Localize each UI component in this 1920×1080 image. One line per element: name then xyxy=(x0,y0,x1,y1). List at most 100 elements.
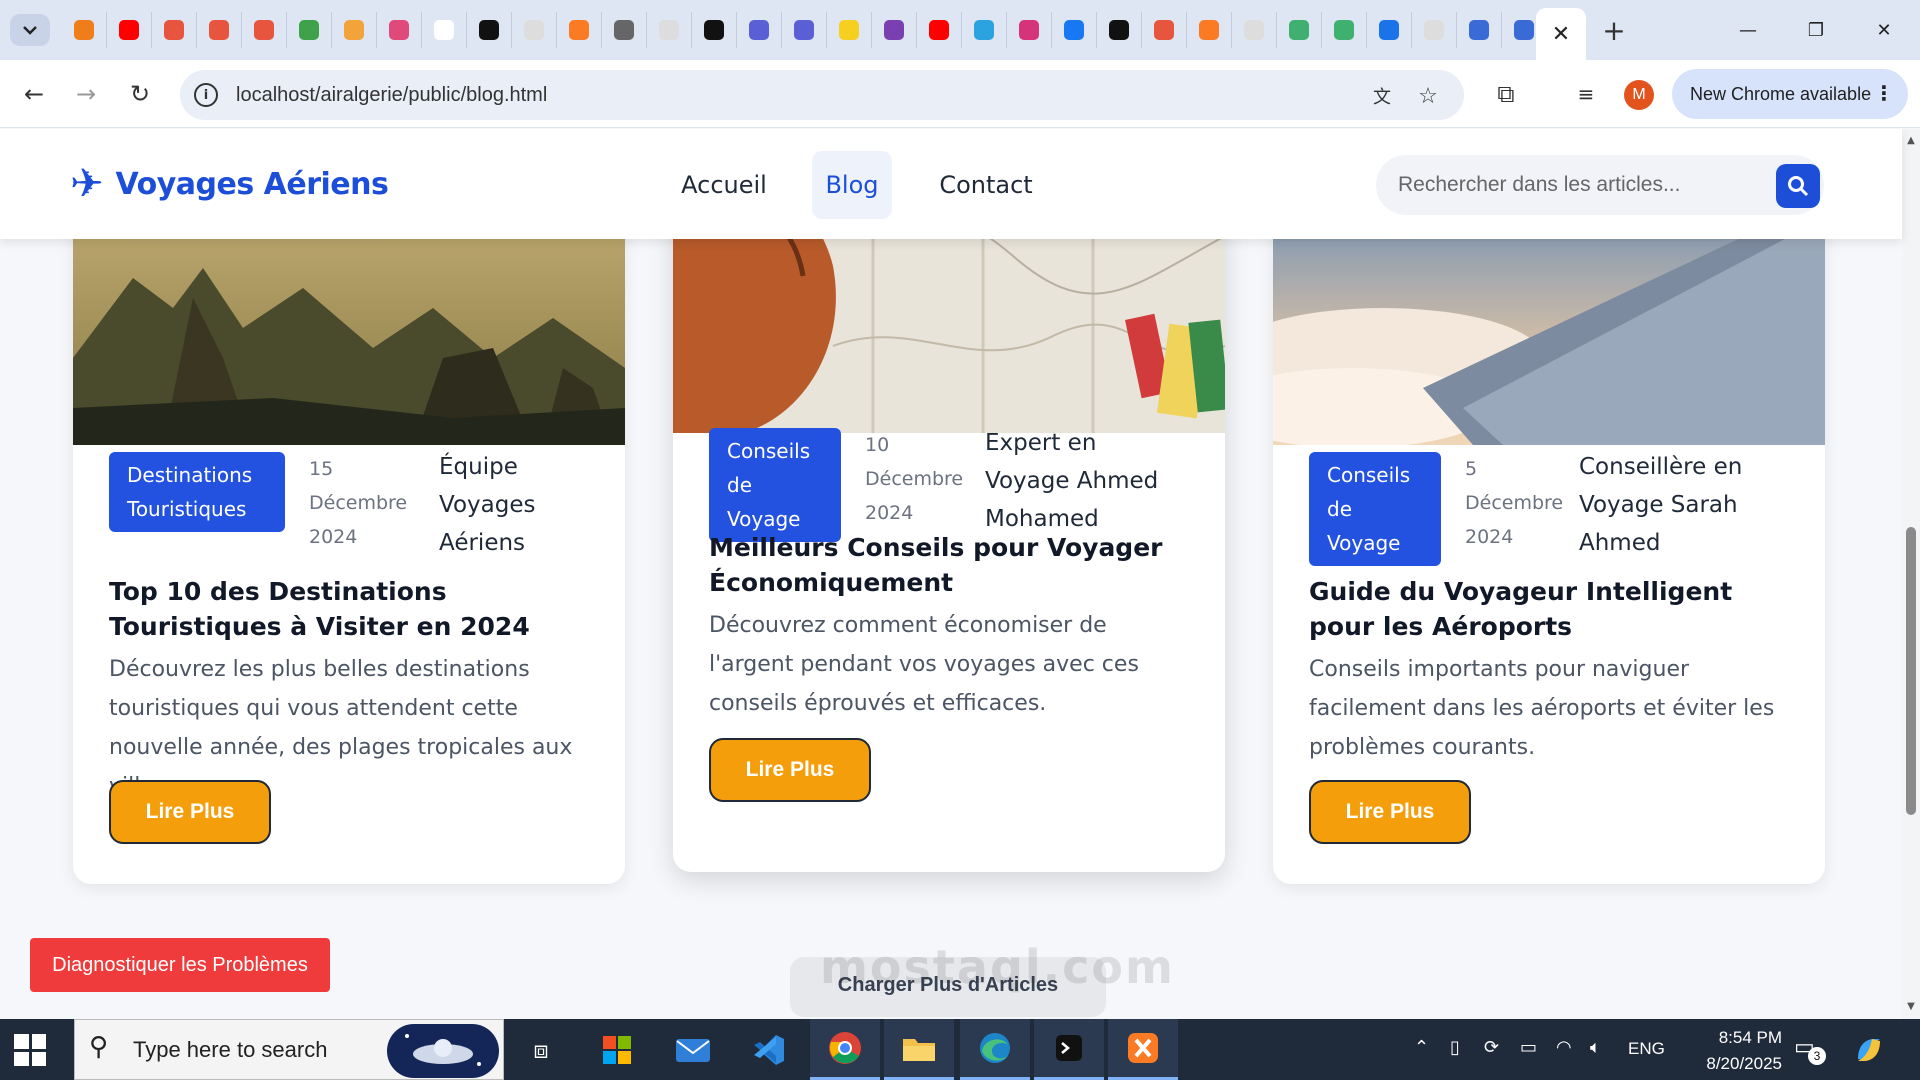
tray-overflow-icon[interactable]: ⌃ xyxy=(1414,1037,1429,1058)
browser-tab[interactable] xyxy=(692,12,737,48)
browser-tab[interactable] xyxy=(1142,12,1187,48)
read-more-button[interactable]: Lire Plus xyxy=(109,780,271,844)
extensions-button[interactable]: ⧉ xyxy=(1486,74,1526,114)
new-tab-button[interactable]: + xyxy=(1596,12,1632,48)
browser-tab[interactable] xyxy=(1007,12,1052,48)
nav-link-blog[interactable]: Blog xyxy=(812,151,892,219)
reload-button[interactable]: ↻ xyxy=(120,74,160,114)
browser-tab[interactable] xyxy=(737,12,782,48)
browser-tab[interactable] xyxy=(1277,12,1322,48)
browser-tab[interactable] xyxy=(332,12,377,48)
browser-tab[interactable] xyxy=(107,12,152,48)
search-button[interactable] xyxy=(1776,164,1820,208)
device-icon[interactable]: ▯ xyxy=(1450,1037,1460,1058)
nav-link-accueil[interactable]: Accueil xyxy=(672,151,776,219)
browser-tab[interactable] xyxy=(827,12,872,48)
browser-tab[interactable] xyxy=(872,12,917,48)
browser-tab[interactable] xyxy=(962,12,1007,48)
forward-button[interactable]: → xyxy=(66,74,106,114)
site-logo[interactable]: ✈ Voyages Aériens xyxy=(70,161,389,207)
tab-list xyxy=(62,12,1547,48)
close-window-button[interactable]: ✕ xyxy=(1854,10,1914,50)
browser-tab[interactable] xyxy=(1187,12,1232,48)
volume-icon[interactable]: 🔈︎ xyxy=(1590,1037,1601,1058)
category-badge[interactable]: Conseils de Voyage xyxy=(1309,452,1441,566)
back-button[interactable]: ← xyxy=(14,74,54,114)
copilot-button[interactable] xyxy=(1852,1033,1886,1067)
profile-avatar[interactable]: M xyxy=(1624,80,1654,110)
browser-tab[interactable] xyxy=(197,12,242,48)
start-button[interactable] xyxy=(14,1034,46,1066)
browser-tab[interactable] xyxy=(1052,12,1097,48)
diagnose-button[interactable]: Diagnostiquer les Problèmes xyxy=(30,938,330,992)
chrome-app[interactable] xyxy=(810,1019,880,1080)
browser-tab[interactable] xyxy=(422,12,467,48)
read-more-button[interactable]: Lire Plus xyxy=(1309,780,1471,844)
language-indicator[interactable]: ENG xyxy=(1628,1039,1665,1059)
vscode-app[interactable] xyxy=(734,1019,804,1080)
category-badge[interactable]: Destinations Touristiques xyxy=(109,452,285,532)
wifi-icon[interactable]: ◠ xyxy=(1556,1037,1572,1058)
browser-tab[interactable] xyxy=(467,12,512,48)
tab-search-button[interactable] xyxy=(10,14,50,46)
browser-tab[interactable] xyxy=(557,12,602,48)
browser-tab[interactable] xyxy=(512,12,557,48)
browser-tab[interactable] xyxy=(647,12,692,48)
restore-button[interactable]: ❐ xyxy=(1786,10,1846,50)
browser-tab[interactable] xyxy=(1367,12,1412,48)
nav-link-contact[interactable]: Contact xyxy=(928,151,1044,219)
battery-icon[interactable]: ▭ xyxy=(1520,1037,1537,1058)
file-explorer-app[interactable] xyxy=(884,1019,954,1080)
browser-tab[interactable] xyxy=(377,12,422,48)
site-info-icon[interactable]: i xyxy=(194,83,218,107)
category-badge[interactable]: Conseils de Voyage xyxy=(709,428,841,542)
task-view-button[interactable]: ⧈ xyxy=(506,1019,576,1080)
browser-tab[interactable] xyxy=(62,12,107,48)
media-controls-button[interactable]: ≡ xyxy=(1566,74,1606,114)
browser-tab[interactable] xyxy=(1457,12,1502,48)
clock-date: 8/20/2025 xyxy=(1706,1054,1782,1073)
browser-tab[interactable] xyxy=(242,12,287,48)
chrome-icon xyxy=(829,1032,861,1064)
scroll-up-icon[interactable]: ▲ xyxy=(1905,135,1917,146)
terminal-app[interactable] xyxy=(1034,1019,1104,1080)
address-bar[interactable]: i localhost/airalgerie/public/blog.html … xyxy=(180,70,1464,120)
article-search[interactable]: Rechercher dans les articles... xyxy=(1376,155,1824,215)
notifications-button[interactable]: ▭ 3 xyxy=(1794,1035,1826,1065)
taskbar-search[interactable]: ⚲ Type here to search xyxy=(74,1019,504,1080)
browser-tab[interactable] xyxy=(287,12,332,48)
browser-tab[interactable] xyxy=(1322,12,1367,48)
app-icon xyxy=(344,20,364,40)
browser-tab[interactable] xyxy=(1097,12,1142,48)
store-app[interactable] xyxy=(582,1019,652,1080)
browser-tab[interactable] xyxy=(602,12,647,48)
taskbar-search-input[interactable]: Type here to search xyxy=(133,1037,327,1063)
scroll-down-icon[interactable]: ▼ xyxy=(1905,1001,1917,1012)
sync-icon[interactable]: ⟳ xyxy=(1484,1037,1499,1058)
new-chrome-available-button[interactable]: New Chrome available ⋮ xyxy=(1672,69,1908,119)
bookmark-star-icon[interactable]: ☆ xyxy=(1412,80,1444,112)
browser-tab[interactable] xyxy=(1232,12,1277,48)
article-title[interactable]: Meilleurs Conseils pour Voyager Économiq… xyxy=(709,530,1189,600)
taskbar-clock[interactable]: 8:54 PM 8/20/2025 xyxy=(1690,1025,1782,1077)
edge-app[interactable] xyxy=(960,1019,1030,1080)
load-more-button[interactable]: Charger Plus d'Articles xyxy=(790,957,1106,1017)
minimize-button[interactable]: — xyxy=(1718,10,1778,50)
article-title[interactable]: Top 10 des Destinations Touristiques à V… xyxy=(109,574,589,644)
active-tab-close-button[interactable]: ✕ xyxy=(1536,8,1586,60)
article-title[interactable]: Guide du Voyageur Intelligent pour les A… xyxy=(1309,574,1789,644)
read-more-button[interactable]: Lire Plus xyxy=(709,738,871,802)
translate-icon[interactable]: 文 xyxy=(1366,80,1398,112)
minimize-icon: — xyxy=(1739,19,1757,41)
scrollbar-thumb[interactable] xyxy=(1906,527,1916,815)
browser-tab[interactable] xyxy=(152,12,197,48)
mail-app[interactable] xyxy=(658,1019,728,1080)
browser-tab[interactable] xyxy=(782,12,827,48)
xampp-app[interactable] xyxy=(1108,1019,1178,1080)
page-scrollbar[interactable]: ▲ ▼ xyxy=(1902,129,1920,1019)
browser-tab[interactable] xyxy=(917,12,962,48)
article-card: Conseils de Voyage 5 Décembre 2024 Conse… xyxy=(1273,158,1825,884)
url-text[interactable]: localhost/airalgerie/public/blog.html xyxy=(236,84,547,107)
browser-tab[interactable] xyxy=(1412,12,1457,48)
search-input[interactable]: Rechercher dans les articles... xyxy=(1398,173,1680,197)
